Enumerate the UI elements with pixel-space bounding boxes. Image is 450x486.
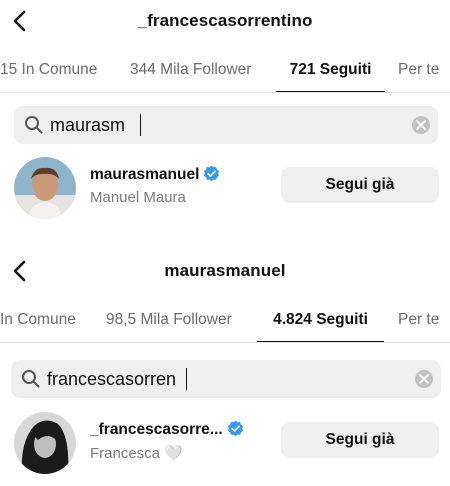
search-input[interactable]: [47, 360, 387, 398]
list-item[interactable]: maurasmanuel Manuel Maura Segui già: [0, 153, 450, 223]
avatar[interactable]: [14, 157, 76, 219]
following-panel-maurasmanuel: maurasmanuel In Comune 98,5 Mila Followe…: [0, 250, 450, 486]
username: maurasmanuel: [90, 165, 220, 184]
avatar[interactable]: [14, 412, 76, 474]
profile-title: maurasmanuel: [164, 261, 286, 280]
username-text: maurasmanuel: [90, 166, 200, 183]
tab-following[interactable]: 4.824 Seguiti: [257, 298, 384, 342]
tab-for-you[interactable]: Per te: [398, 48, 439, 92]
full-name: Francesca 🤍: [90, 445, 183, 462]
profile-title: _francescasorrentino: [137, 11, 313, 30]
search-bar: [11, 360, 441, 398]
text-cursor: [186, 368, 187, 390]
following-button[interactable]: Segui già: [281, 167, 439, 203]
following-panel-francescasorrentino: _francescasorrentino 15 In Comune 344 Mi…: [0, 0, 450, 240]
profile-photo: [14, 412, 76, 474]
tab-mutual[interactable]: 15 In Comune: [0, 48, 97, 92]
username-text: _francescasorre...: [90, 421, 223, 438]
header: _francescasorrentino: [0, 0, 450, 44]
tab-for-you[interactable]: Per te: [398, 298, 439, 342]
search-icon: [22, 370, 40, 388]
header: maurasmanuel: [0, 250, 450, 294]
close-icon: [416, 120, 426, 130]
profile-photo: [14, 157, 76, 219]
list-item[interactable]: _francescasorre... Francesca 🤍 Segui già: [0, 408, 450, 478]
tab-divider: [0, 342, 450, 343]
search-bar: [14, 106, 438, 144]
full-name: Manuel Maura: [90, 189, 186, 206]
tab-following[interactable]: 721 Seguiti: [276, 48, 385, 92]
tab-divider: [0, 92, 450, 93]
following-button[interactable]: Segui già: [281, 422, 439, 458]
tab-followers[interactable]: 98,5 Mila Follower: [106, 298, 232, 342]
tab-followers[interactable]: 344 Mila Follower: [130, 48, 251, 92]
verified-badge-icon: [204, 165, 220, 182]
search-icon: [25, 116, 43, 134]
username: _francescasorre...: [90, 420, 244, 439]
tab-mutual[interactable]: In Comune: [0, 298, 76, 342]
verified-badge-icon: [227, 420, 243, 437]
search-input[interactable]: [50, 106, 390, 144]
tab-bar: In Comune 98,5 Mila Follower 4.824 Segui…: [0, 298, 450, 342]
close-icon: [419, 374, 429, 384]
clear-search-button[interactable]: [412, 116, 430, 134]
text-cursor: [140, 114, 141, 136]
tab-bar: 15 In Comune 344 Mila Follower 721 Segui…: [0, 48, 450, 92]
clear-search-button[interactable]: [415, 370, 433, 388]
